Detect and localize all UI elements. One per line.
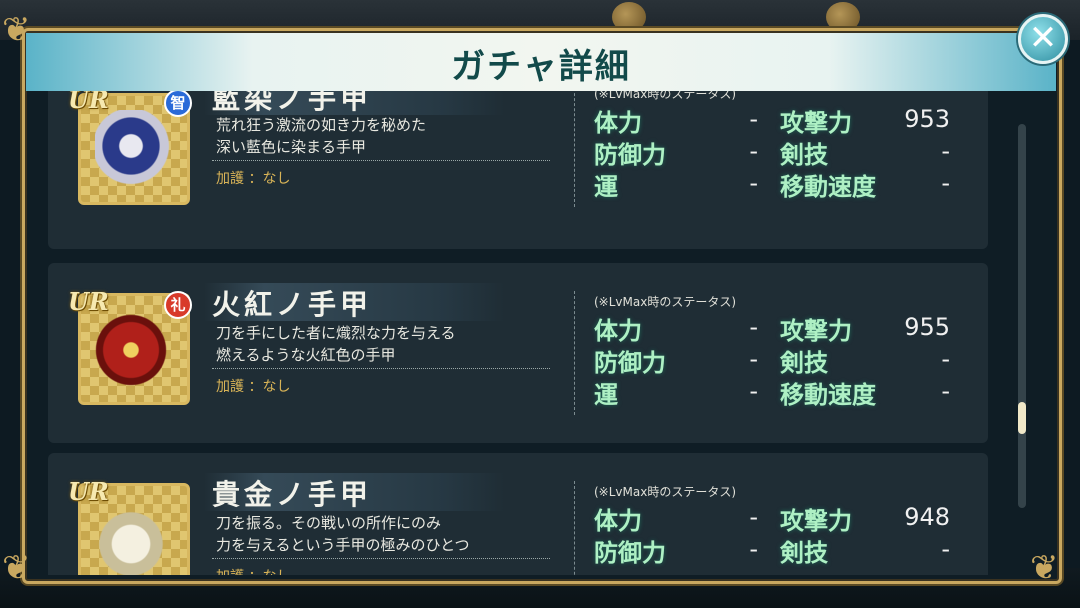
stat-note: (※LvMax時のステータス) [594, 295, 737, 309]
stat-divider [574, 291, 575, 415]
scrollbar-thumb[interactable] [1018, 402, 1026, 434]
close-button[interactable]: ✕ [1018, 14, 1068, 64]
divider-dotted [212, 160, 550, 161]
stat-label-atk: 攻撃力 [780, 108, 852, 137]
stat-value-luck: - [749, 169, 758, 197]
stat-value-speed: - [941, 169, 950, 197]
stat-value-luck: - [749, 377, 758, 405]
stat-value-atk: 953 [904, 105, 950, 133]
stat-value-skill: - [941, 137, 950, 165]
dialog-header: ガチャ詳細 [26, 33, 1056, 91]
item-card: UR 智 藍染ノ手甲 荒れ狂う激流の如き力を秘めた 深い藍色に染まる手甲 加護 … [48, 91, 988, 249]
divider-dotted [212, 368, 550, 369]
stat-value-speed: - [941, 377, 950, 405]
stat-value-hp: - [749, 105, 758, 133]
stat-value-atk: 948 [904, 503, 950, 531]
stat-label-def: 防御力 [594, 538, 666, 567]
stat-note: (※LvMax時のステータス) [594, 91, 737, 101]
item-description-line-1: 刀を手にした者に熾烈な力を与える [216, 324, 456, 342]
stat-label-skill: 剣技 [780, 538, 828, 567]
stat-label-hp: 体力 [594, 506, 642, 535]
scrollbar-track[interactable] [1018, 124, 1026, 508]
blessing-text: 加護 ：なし [216, 379, 291, 395]
attribute-badge: 礼 [164, 291, 192, 319]
stat-label-def: 防御力 [594, 348, 666, 377]
stat-label-luck: 運 [594, 380, 618, 409]
stat-label-hp: 体力 [594, 108, 642, 137]
stat-value-skill: - [941, 535, 950, 563]
stat-value-def: - [749, 345, 758, 373]
divider-dotted [212, 558, 550, 559]
close-icon: ✕ [1028, 18, 1058, 58]
gacha-item-list[interactable]: UR 智 藍染ノ手甲 荒れ狂う激流の如き力を秘めた 深い藍色に染まる手甲 加護 … [26, 91, 1026, 575]
item-description-line-1: 荒れ狂う激流の如き力を秘めた [216, 116, 427, 134]
item-card: UR 貴金ノ手甲 刀を振る。その戦いの所作にのみ 力を与えるという手甲の極みのひ… [48, 453, 988, 575]
rarity-badge: UR [68, 477, 109, 506]
stat-value-hp: - [749, 503, 758, 531]
item-card: UR 礼 火紅ノ手甲 刀を手にした者に熾烈な力を与える 燃えるような火紅色の手甲… [48, 263, 988, 443]
stat-divider [574, 91, 575, 207]
item-description-line-2: 力を与えるという手甲の極みのひとつ [216, 536, 470, 554]
stat-label-luck: 運 [594, 172, 618, 201]
rarity-badge: UR [68, 287, 109, 316]
stat-value-def: - [749, 535, 758, 563]
gauntlet-red-icon [95, 310, 175, 390]
stat-label-skill: 剣技 [780, 348, 828, 377]
stat-value-skill: - [941, 345, 950, 373]
gauntlet-white-icon [95, 500, 175, 575]
stat-divider [574, 481, 575, 575]
item-description-line-1: 刀を振る。その戦いの所作にのみ [216, 514, 442, 532]
stat-label-skill: 剣技 [780, 140, 828, 169]
item-description-line-2: 深い藍色に染まる手甲 [216, 138, 367, 156]
stat-value-def: - [749, 137, 758, 165]
blessing-text: 加護 ：なし [216, 566, 290, 575]
dialog-title: ガチャ詳細 [451, 47, 631, 87]
stat-note: (※LvMax時のステータス) [594, 485, 737, 499]
corner-ornament-icon: ❦ [1030, 548, 1059, 588]
item-name: 火紅ノ手甲 [212, 288, 373, 321]
blessing-text: 加護 ：なし [216, 171, 291, 187]
stat-label-speed: 移動速度 [780, 172, 876, 201]
item-name: 貴金ノ手甲 [212, 478, 373, 511]
stat-value-atk: 955 [904, 313, 950, 341]
stat-label-hp: 体力 [594, 316, 642, 345]
stat-label-def: 防御力 [594, 140, 666, 169]
stat-label-atk: 攻撃力 [780, 506, 852, 535]
item-description-line-2: 燃えるような火紅色の手甲 [216, 346, 396, 364]
stat-value-hp: - [749, 313, 758, 341]
gauntlet-blue-icon [95, 110, 175, 190]
stat-label-speed: 移動速度 [780, 380, 876, 409]
rarity-badge: UR [68, 91, 109, 114]
stat-label-atk: 攻撃力 [780, 316, 852, 345]
